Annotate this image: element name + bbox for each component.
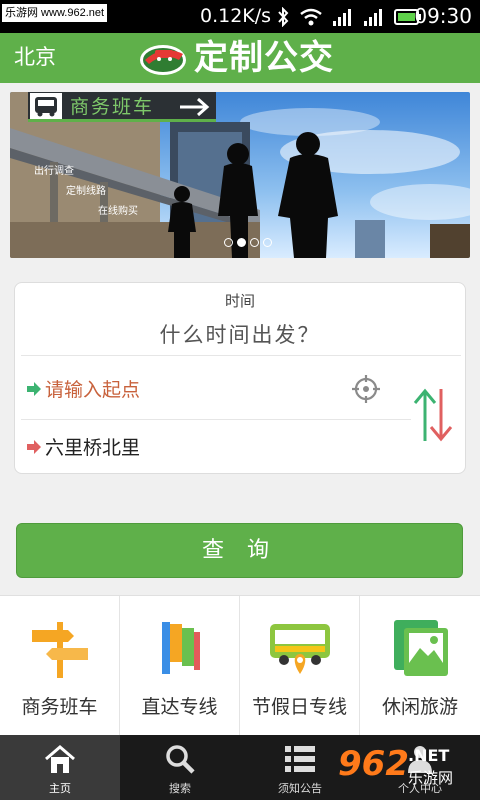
banner-line-2: 定制线路: [66, 186, 106, 197]
carousel-dot[interactable]: [263, 238, 272, 247]
signpost-icon: [32, 622, 88, 678]
tab-search[interactable]: 搜索: [120, 735, 240, 800]
start-point-row[interactable]: 请输入起点: [21, 361, 411, 417]
clock: 09:30: [414, 4, 472, 28]
watermark-net: .NET: [408, 746, 450, 765]
wifi-icon: [300, 8, 322, 26]
category-label: 休闲旅游: [381, 696, 458, 718]
watermark-site: 乐游网: [408, 769, 454, 787]
carousel-dot[interactable]: [224, 238, 233, 247]
start-point-input[interactable]: 请输入起点: [45, 377, 140, 403]
swap-icon[interactable]: [411, 385, 455, 445]
promo-banner[interactable]: 商务班车 出行调查 定制线路 在线购买: [10, 92, 470, 258]
app-logo-icon: [140, 45, 186, 75]
bus-icon: [30, 93, 62, 119]
banner-tag-label: 商务班车: [70, 96, 155, 118]
banner-line-1: 出行调查: [34, 166, 74, 177]
category-label: 直达专线: [141, 696, 218, 718]
end-point-row[interactable]: 六里桥北里: [21, 423, 411, 469]
app-header: 北京 定制公交: [0, 33, 480, 83]
site-watermark: 乐游网 www.962.net: [2, 4, 108, 22]
time-label: 时间: [224, 292, 255, 310]
arrow-right-icon: [180, 97, 210, 117]
tab-label: 主页: [49, 782, 71, 795]
network-speed: 0.12K/s: [200, 5, 272, 27]
divider: [21, 419, 411, 420]
category-direct-line[interactable]: 直达专线: [120, 596, 240, 736]
signal-icon: [333, 9, 351, 26]
red-arrow-icon: [27, 440, 41, 454]
carousel-dot[interactable]: [250, 238, 259, 247]
holiday-bus-icon: [270, 624, 330, 674]
end-point-input[interactable]: 六里桥北里: [45, 435, 140, 461]
list-icon: [285, 746, 315, 772]
city-selector[interactable]: 北京: [14, 43, 56, 71]
departure-time-field[interactable]: 什么时间出发？: [15, 321, 465, 349]
query-button[interactable]: 查 询: [16, 523, 463, 578]
category-label: 节假日专线: [251, 696, 347, 718]
category-label: 商务班车: [21, 696, 98, 718]
gallery-icon: [394, 620, 448, 676]
green-arrow-icon: [27, 382, 41, 396]
locate-icon[interactable]: [351, 374, 381, 404]
category-holiday-line[interactable]: 节假日专线: [240, 596, 360, 736]
flag-icon: [162, 622, 200, 674]
banner-line-3: 在线购买: [98, 206, 138, 217]
search-icon: [166, 745, 195, 774]
category-business-shuttle[interactable]: 商务班车: [0, 596, 120, 736]
app-title: 定制公交: [194, 38, 334, 78]
corner-watermark: 962 .NET 乐游网: [338, 744, 480, 800]
carousel-indicator[interactable]: [224, 238, 272, 247]
bluetooth-icon: [278, 7, 289, 27]
carousel-dot[interactable]: [237, 238, 246, 247]
watermark-number: 962: [338, 744, 409, 784]
banner-tag: 商务班车: [28, 92, 216, 122]
tab-label: 搜索: [169, 782, 191, 795]
category-grid: 商务班车 直达专线 节假日专线 休闲旅游: [0, 595, 480, 736]
category-leisure-travel[interactable]: 休闲旅游: [360, 596, 480, 736]
home-icon: [45, 745, 75, 773]
trip-form: 时间 什么时间出发？ 请输入起点 六里桥北里: [14, 282, 466, 474]
status-bar: 乐游网 www.962.net 0.12K/s 09:30: [0, 0, 480, 33]
signal-icon: [364, 9, 382, 26]
divider: [21, 355, 461, 356]
tab-home[interactable]: 主页: [0, 735, 120, 800]
